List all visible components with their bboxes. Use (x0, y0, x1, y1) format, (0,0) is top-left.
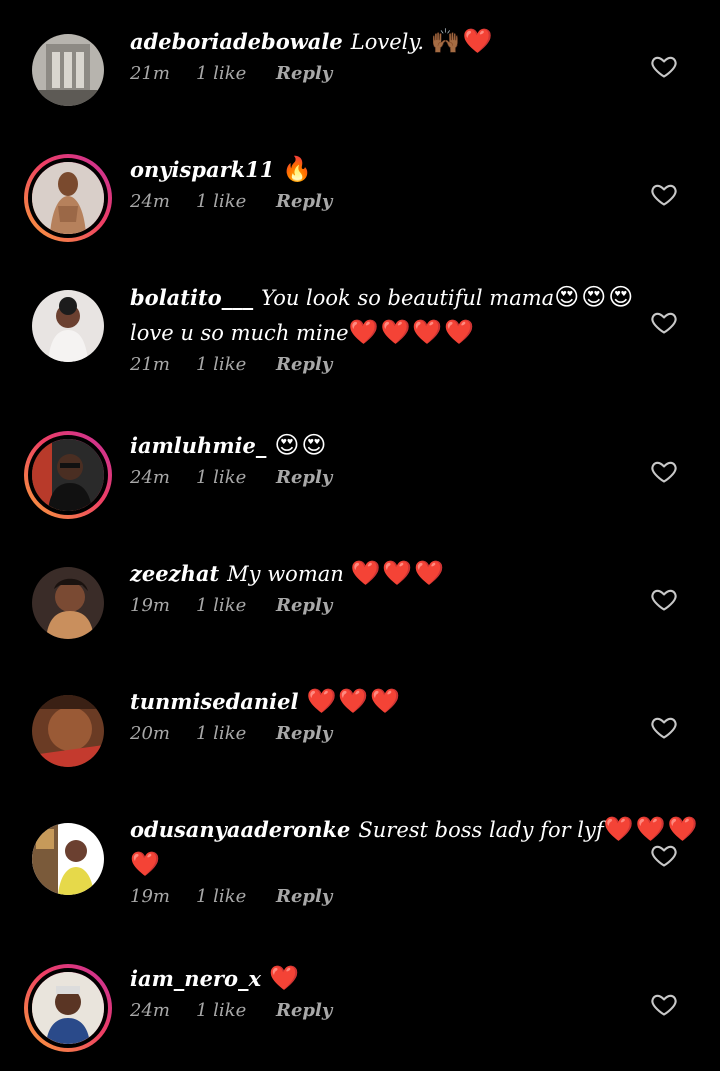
comment-time: 21m (130, 354, 170, 375)
heart-outline-icon (651, 589, 677, 611)
avatar[interactable] (24, 154, 112, 242)
avatar[interactable] (24, 26, 112, 114)
reply-button[interactable]: Reply (276, 467, 332, 488)
comment-emoji-line2: ❤️ (130, 850, 162, 878)
comment-username[interactable]: odusanyaaderonke (130, 817, 350, 842)
like-button[interactable] (650, 180, 678, 208)
comment-time: 24m (130, 1000, 170, 1021)
like-button[interactable] (650, 990, 678, 1018)
like-button[interactable] (650, 308, 678, 336)
avatar[interactable] (24, 431, 112, 519)
comment-body: My woman (227, 562, 344, 586)
comment-likes[interactable]: 1 like (196, 723, 276, 744)
heart-outline-icon (651, 461, 677, 483)
comment-username[interactable]: onyispark11 (130, 157, 274, 182)
comment-username[interactable]: iam_nero_x (130, 966, 261, 991)
comment-emoji: ❤️ (269, 964, 301, 992)
comment-username[interactable]: tunmisedaniel (130, 689, 299, 714)
comment-emoji: 🔥 (282, 155, 315, 183)
comment-emoji: 😍😍😍 (554, 283, 636, 311)
heart-outline-icon (651, 312, 677, 334)
reply-button[interactable]: Reply (276, 595, 332, 616)
heart-outline-icon (651, 717, 677, 739)
avatar[interactable] (24, 815, 112, 903)
comment-text-line2: love u so much mine❤️❤️❤️❤️ (130, 315, 630, 350)
avatar[interactable] (24, 282, 112, 370)
comment-text: iamluhmie_ 😍😍 (130, 428, 630, 463)
heart-outline-icon (651, 845, 677, 867)
comment-text: bolatito___ You look so beautiful mama😍😍😍 (130, 280, 633, 315)
like-button[interactable] (650, 841, 678, 869)
reply-button[interactable]: Reply (276, 1000, 332, 1021)
comment-emoji-line2: ❤️❤️❤️❤️ (348, 318, 477, 346)
reply-button[interactable]: Reply (276, 886, 332, 907)
comment-emoji: ❤️❤️❤️ (350, 559, 447, 587)
comment-time: 24m (130, 191, 170, 212)
reply-button[interactable]: Reply (276, 723, 332, 744)
comment-time: 20m (130, 723, 170, 744)
heart-outline-icon (651, 184, 677, 206)
comment-body: Lovely. (350, 30, 425, 54)
comment-likes[interactable]: 1 like (196, 595, 276, 616)
comment-username[interactable]: bolatito___ (130, 285, 253, 310)
comment-text: onyispark11 🔥 (130, 152, 630, 187)
like-button[interactable] (650, 713, 678, 741)
comment-likes[interactable]: 1 like (196, 63, 276, 84)
comment-time: 21m (130, 63, 170, 84)
heart-outline-icon (651, 56, 677, 78)
reply-button[interactable]: Reply (276, 354, 332, 375)
reply-button[interactable]: Reply (276, 191, 332, 212)
comment-time: 24m (130, 467, 170, 488)
avatar[interactable] (24, 559, 112, 647)
comment-text: adeboriadebowale Lovely. 🙌🏾❤️ (130, 24, 630, 59)
comment-emoji: 🙌🏾❤️ (430, 27, 495, 55)
comment-body-line2: love u so much mine (130, 321, 349, 345)
like-button[interactable] (650, 585, 678, 613)
comment-text: odusanyaaderonke Surest boss lady for lyf… (130, 812, 697, 847)
comment-likes[interactable]: 1 like (196, 886, 276, 907)
like-button[interactable] (650, 457, 678, 485)
reply-button[interactable]: Reply (276, 63, 332, 84)
comment-likes[interactable]: 1 like (196, 354, 276, 375)
comment-username[interactable]: adeboriadebowale (130, 29, 343, 54)
heart-outline-icon (651, 994, 677, 1016)
comment-likes[interactable]: 1 like (196, 191, 276, 212)
comment-username[interactable]: iamluhmie_ (130, 433, 266, 458)
comment-text: tunmisedaniel ❤️❤️❤️ (130, 684, 630, 719)
comment-likes[interactable]: 1 like (196, 1000, 276, 1021)
comment-time: 19m (130, 595, 170, 616)
comment-time: 19m (130, 886, 170, 907)
comment-emoji: 😍😍 (274, 431, 329, 459)
comment-emoji: ❤️❤️❤️ (603, 815, 700, 843)
avatar[interactable] (24, 964, 112, 1052)
like-button[interactable] (650, 52, 678, 80)
comment-text: iam_nero_x ❤️ (130, 961, 630, 996)
avatar[interactable] (24, 687, 112, 775)
comment-username[interactable]: zeezhat (130, 561, 219, 586)
comment-body: You look so beautiful mama (261, 286, 555, 310)
comment-text: zeezhat My woman ❤️❤️❤️ (130, 556, 630, 591)
comment-text-line2: ❤️ (130, 847, 630, 882)
comment-body: Surest boss lady for lyf (358, 818, 604, 842)
comment-likes[interactable]: 1 like (196, 467, 276, 488)
comment-emoji: ❤️❤️❤️ (306, 687, 403, 715)
